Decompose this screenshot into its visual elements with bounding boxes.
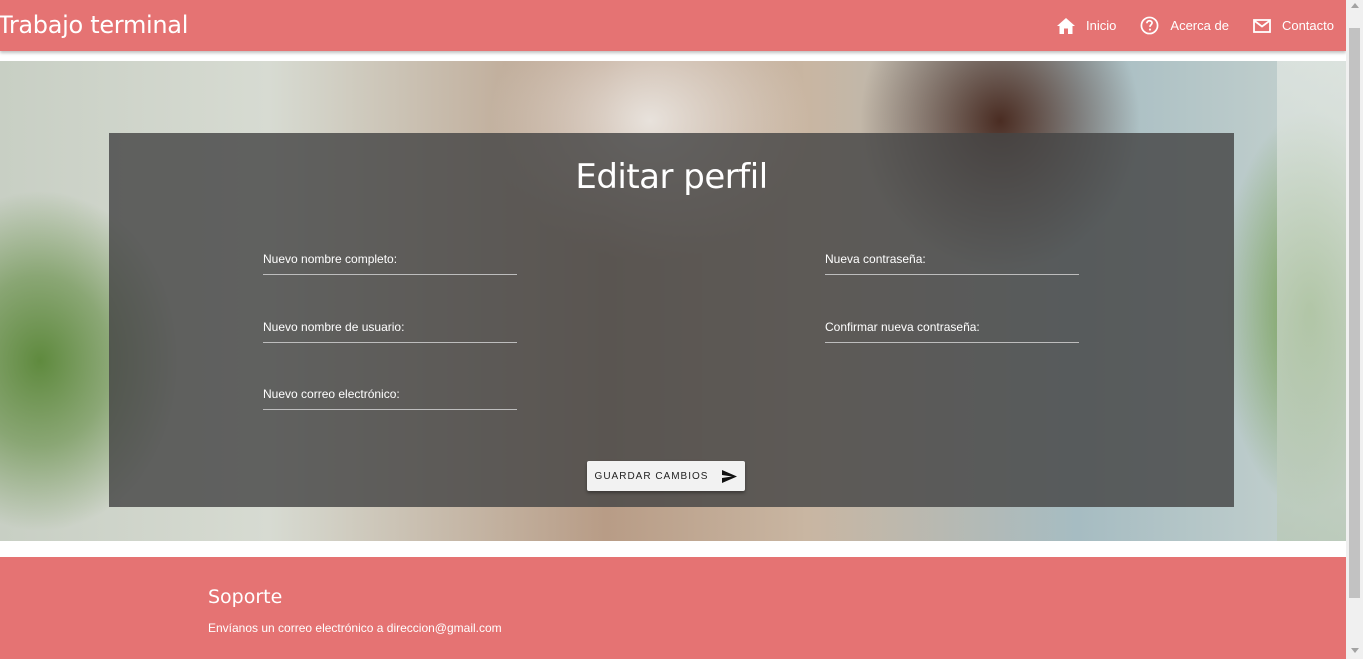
nav-item-label: Contacto (1281, 18, 1334, 33)
password-input[interactable] (825, 274, 1079, 275)
footer: Soporte Envíanos un correo electrónico a… (0, 557, 1346, 659)
nav-item-inicio[interactable]: Inicio (1057, 17, 1117, 34)
home-icon (1057, 17, 1076, 34)
hero-side-image (1277, 61, 1346, 541)
send-icon (722, 469, 738, 483)
email-input[interactable] (263, 409, 517, 410)
save-button-label: GUARDAR CAMBIOS (594, 470, 709, 482)
footer-text: Envíanos un correo electrónico a direcci… (208, 621, 502, 635)
nav-item-label: Inicio (1086, 18, 1117, 33)
mail-icon (1253, 18, 1271, 33)
password-field[interactable]: Nueva contraseña: (825, 252, 1079, 275)
full-name-input[interactable] (263, 274, 517, 275)
nav-item-acerca-de[interactable]: Acerca de (1140, 16, 1229, 35)
full-name-field[interactable]: Nuevo nombre completo: (263, 252, 517, 275)
nav-item-contacto[interactable]: Contacto (1253, 18, 1334, 33)
scroll-up-arrow-icon[interactable] (1351, 3, 1359, 8)
full-name-label: Nuevo nombre completo: (263, 252, 398, 266)
page-title: Editar perfil (575, 157, 768, 197)
scroll-down-arrow-icon[interactable] (1351, 648, 1359, 653)
edit-profile-panel: Editar perfil Nuevo nombre completo: Nue… (109, 133, 1234, 507)
email-label: Nuevo correo electrónico: (263, 387, 400, 401)
site-brand[interactable]: Trabajo terminal (0, 11, 188, 39)
footer-title: Soporte (208, 586, 283, 608)
username-label: Nuevo nombre de usuario: (263, 320, 405, 334)
password-label: Nueva contraseña: (825, 252, 926, 266)
help-circle-icon (1140, 16, 1159, 35)
confirm-password-input[interactable] (825, 342, 1079, 343)
nav-links: Inicio Acerca de Contacto (1033, 0, 1334, 51)
hero-background-image: Editar perfil Nuevo nombre completo: Nue… (0, 61, 1346, 541)
username-field[interactable]: Nuevo nombre de usuario: (263, 320, 517, 343)
nav-item-label: Acerca de (1170, 18, 1229, 33)
save-changes-button[interactable]: GUARDAR CAMBIOS (587, 461, 745, 491)
email-field[interactable]: Nuevo correo electrónico: (263, 387, 517, 410)
scrollbar-thumb[interactable] (1349, 28, 1360, 598)
top-navbar: Trabajo terminal Inicio Acerca de Contac… (0, 0, 1346, 51)
confirm-password-label: Confirmar nueva contraseña: (825, 320, 980, 334)
confirm-password-field[interactable]: Confirmar nueva contraseña: (825, 320, 1079, 343)
username-input[interactable] (263, 342, 517, 343)
